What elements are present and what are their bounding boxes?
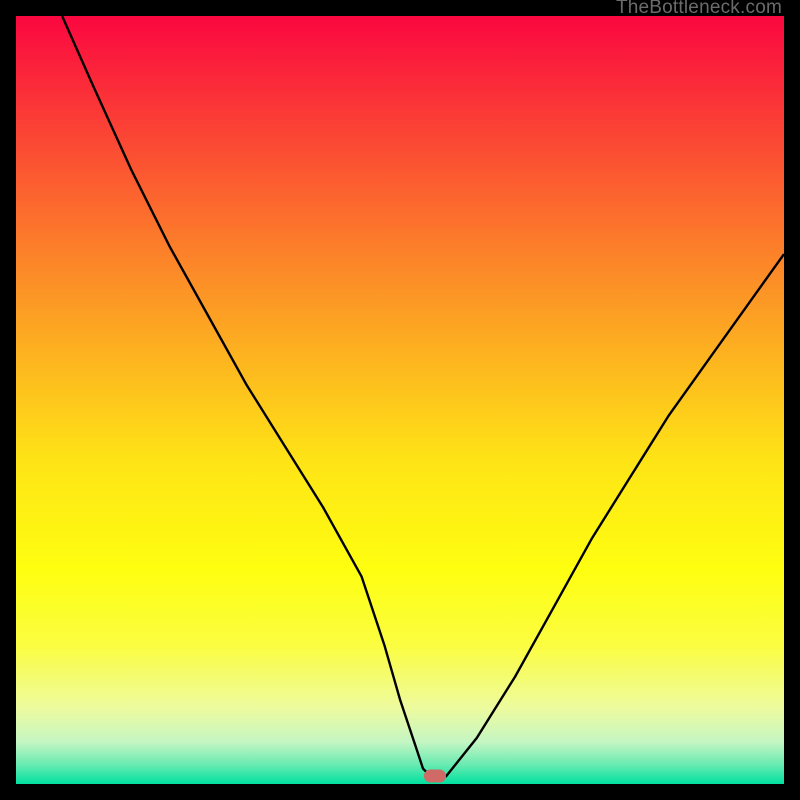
chart-frame: TheBottleneck.com xyxy=(0,0,800,800)
bottleneck-curve xyxy=(16,16,784,784)
plot-area xyxy=(16,16,784,784)
optimal-marker xyxy=(424,770,446,783)
